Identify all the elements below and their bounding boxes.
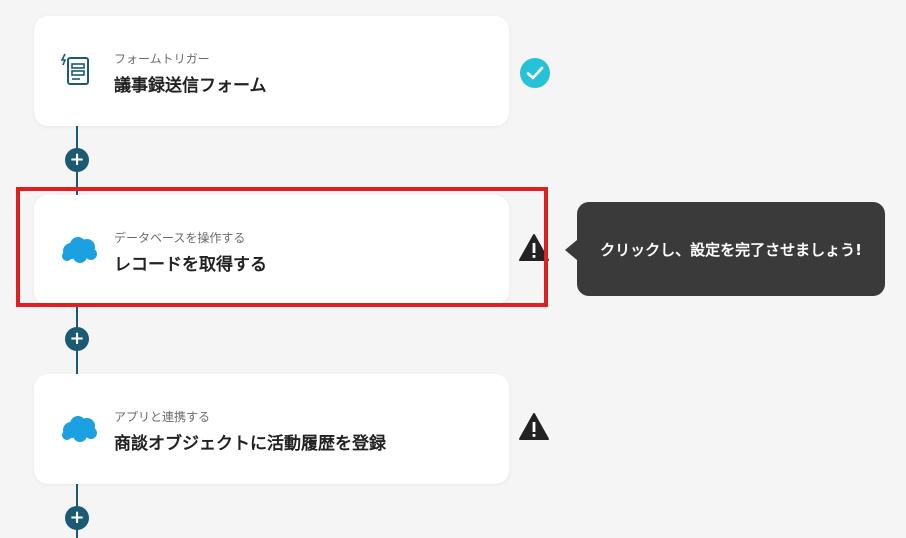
warning-icon — [519, 413, 549, 440]
salesforce-cloud-icon — [62, 416, 97, 442]
add-step-button[interactable]: + — [65, 506, 89, 530]
step-card-register-activity[interactable]: アプリと連携する 商談オブジェクトに活動履歴を登録 — [34, 374, 509, 484]
check-icon — [520, 58, 550, 88]
highlight-box — [16, 187, 548, 307]
tooltip: クリックし、設定を完了させましょう! — [577, 202, 885, 296]
tooltip-arrow — [565, 240, 577, 260]
add-step-button[interactable]: + — [65, 148, 89, 172]
step-subtitle: アプリと連携する — [114, 410, 211, 424]
step-card-form-trigger[interactable]: フォームトリガー 議事録送信フォーム — [34, 16, 509, 126]
step-subtitle: フォームトリガー — [114, 52, 210, 66]
form-icon — [60, 53, 89, 85]
step-title: 議事録送信フォーム — [114, 76, 267, 96]
step-title: 商談オブジェクトに活動履歴を登録 — [114, 434, 386, 454]
tooltip-text: クリックし、設定を完了させましょう! — [600, 240, 862, 259]
add-step-button[interactable]: + — [65, 327, 89, 351]
